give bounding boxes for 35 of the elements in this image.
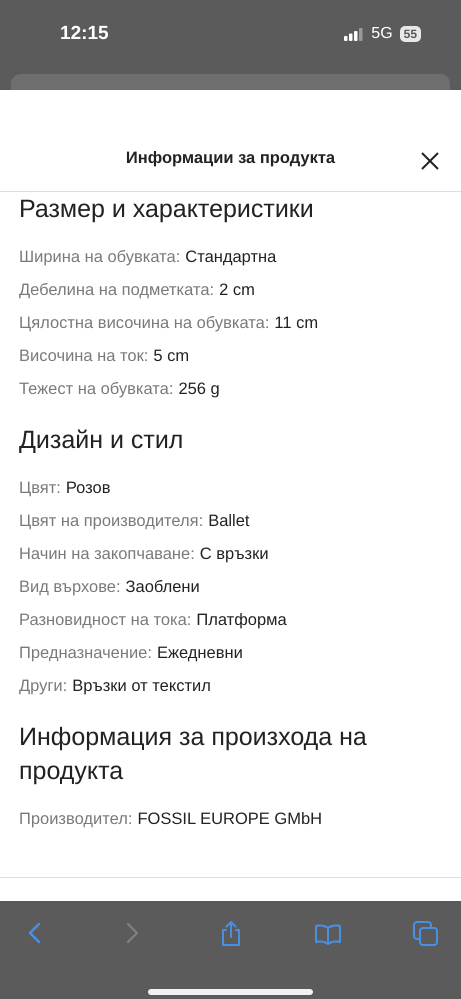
spec-label: Цялостна височина на обувката:	[19, 314, 270, 333]
spec-label: Цвят на производителя:	[19, 512, 204, 531]
spec-label: Начин на закопчаване:	[19, 545, 195, 564]
spec-value: Ежедневни	[156, 644, 243, 663]
spec-label: Дебелина на подметката:	[19, 281, 214, 300]
spec-value: 11 cm	[274, 314, 318, 333]
spec-value: Ballet	[208, 512, 250, 531]
spec-label: Предназначение:	[19, 644, 152, 663]
network-label: 5G	[371, 25, 393, 43]
section-heading: Дизайн и стил	[19, 425, 184, 456]
spec-value: 5 cm	[153, 347, 190, 366]
spec-value: 256 g	[178, 380, 220, 399]
spec-value: Стандартна	[185, 248, 276, 267]
tabs-icon[interactable]	[411, 919, 441, 949]
status-time: 12:15	[60, 23, 109, 45]
spec-label: Тежест на обувката:	[19, 380, 174, 399]
sheet-title: Информации за продукта	[126, 149, 336, 168]
signal-icon	[344, 28, 364, 40]
spec-label: Ширина на обувката:	[19, 248, 180, 267]
section-heading: Информация за произхода на продукта	[19, 722, 368, 787]
spec-label: Разновидност на тока:	[19, 611, 192, 630]
spec-label: Височина на ток:	[19, 347, 148, 366]
spec-label: Други:	[19, 677, 68, 696]
spec-label: Цвят:	[19, 479, 61, 498]
spec-value: FOSSIL EUROPE GMbH	[137, 810, 322, 829]
section-heading: Размер и характеристики	[19, 194, 315, 225]
spec-value: Платформа	[196, 611, 287, 630]
spec-value: Розов	[66, 479, 110, 498]
spec-label: Производител:	[19, 810, 132, 829]
spec-value: С връзки	[200, 545, 269, 564]
spec-value: 2 cm	[219, 281, 255, 300]
spec-value: Връзки от текстил	[72, 677, 211, 696]
battery-level: 55	[400, 26, 421, 42]
spec-value: Заоблени	[126, 578, 200, 597]
spec-label: Вид върхове:	[19, 578, 121, 597]
